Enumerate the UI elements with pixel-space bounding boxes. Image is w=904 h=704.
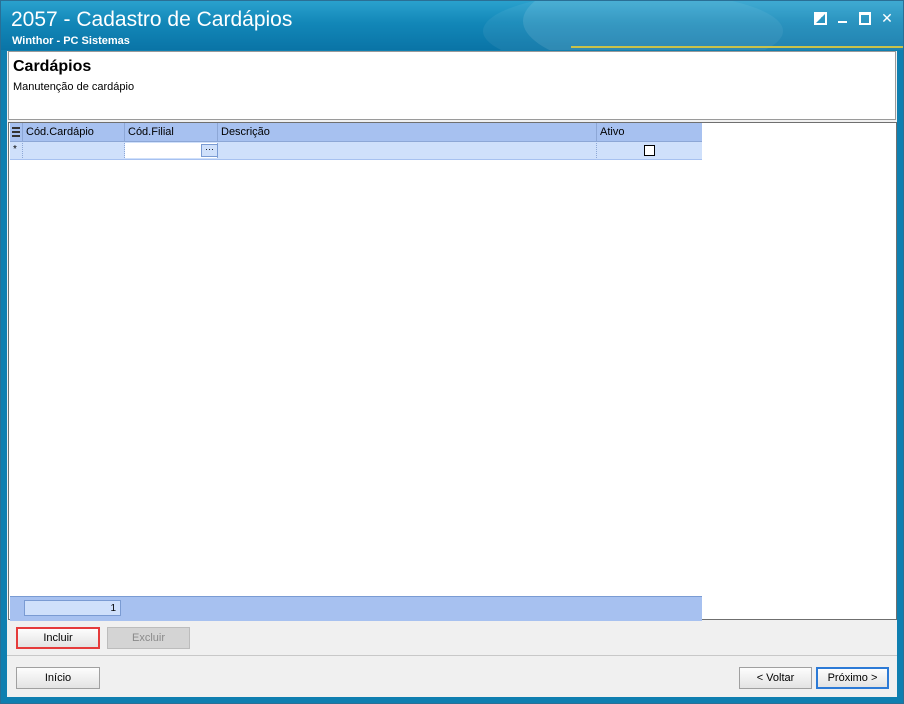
close-icon[interactable]: ✕	[879, 10, 895, 26]
cell-cod-cardapio[interactable]	[23, 143, 125, 158]
incluir-button[interactable]: Incluir	[16, 627, 100, 649]
excluir-button[interactable]: Excluir	[107, 627, 190, 649]
app-window: 2057 - Cadastro de Cardápios Winthor - P…	[0, 0, 904, 704]
column-header-cod-filial[interactable]: Cód.Filial	[125, 123, 218, 141]
window-subtitle: Winthor - PC Sistemas	[12, 35, 130, 47]
cell-ativo[interactable]	[597, 143, 702, 158]
inicio-button[interactable]: Início	[16, 667, 100, 689]
title-accent-line	[571, 46, 903, 48]
main-content: Cardápios Manutenção de cardápio Cód.Car…	[7, 51, 897, 697]
minimize-icon[interactable]	[834, 10, 850, 26]
maximize-icon[interactable]	[857, 10, 873, 26]
column-header-cod-cardapio[interactable]: Cód.Cardápio	[23, 123, 125, 141]
page-header: Cardápios Manutenção de cardápio	[8, 51, 896, 120]
page-subtitle: Manutenção de cardápio	[13, 81, 135, 93]
new-row-indicator: *	[10, 143, 23, 158]
grid-panel: Cód.Cardápio Cód.Filial Descrição Ativo …	[8, 122, 897, 621]
menu-grid[interactable]: Cód.Cardápio Cód.Filial Descrição Ativo …	[10, 123, 702, 160]
cell-descricao[interactable]	[218, 143, 597, 158]
divider	[7, 655, 897, 656]
grid-header: Cód.Cardápio Cód.Filial Descrição Ativo	[10, 123, 702, 142]
grid-footer: 1	[10, 596, 702, 621]
table-row-new[interactable]: * ···	[10, 142, 702, 160]
page-title: Cardápios	[13, 58, 92, 75]
cell-cod-filial[interactable]: ···	[125, 143, 218, 158]
proximo-button[interactable]: Próximo >	[816, 667, 889, 689]
voltar-button[interactable]: < Voltar	[739, 667, 812, 689]
window-title: 2057 - Cadastro de Cardápios	[11, 8, 293, 31]
ativo-checkbox[interactable]	[644, 145, 655, 156]
column-header-ativo[interactable]: Ativo	[597, 123, 702, 141]
title-bar[interactable]: 2057 - Cadastro de Cardápios Winthor - P…	[1, 1, 903, 50]
record-count: 1	[24, 600, 121, 616]
column-header-descricao[interactable]: Descrição	[218, 123, 597, 141]
restore-icon[interactable]	[812, 10, 828, 26]
grid-options-icon[interactable]	[10, 123, 23, 141]
lookup-ellipsis-button[interactable]: ···	[201, 144, 218, 157]
title-decoration-2	[483, 1, 783, 50]
